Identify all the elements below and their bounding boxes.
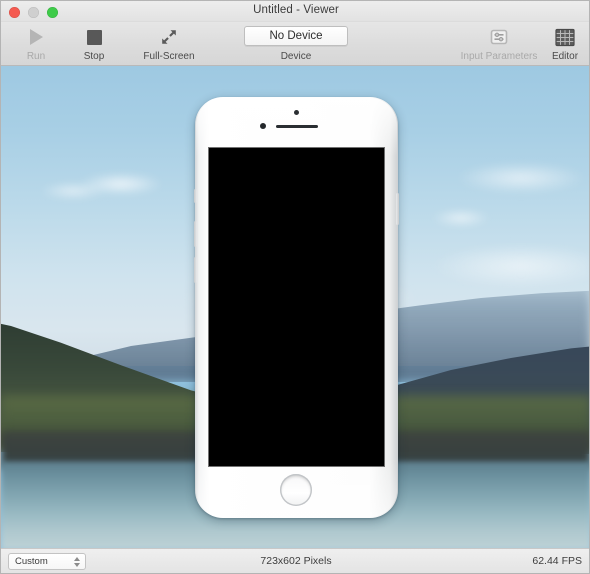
title-bar: Untitled - Viewer — [1, 1, 589, 22]
resolution-readout: 723x602 Pixels — [260, 555, 332, 567]
earpiece-speaker-icon — [276, 125, 318, 128]
status-bar: Custom 723x602 Pixels 62.44 FPS — [1, 548, 589, 573]
viewer-window: Untitled - Viewer Run Stop Full-Screen N… — [0, 0, 590, 574]
framerate-readout: 62.44 FPS — [532, 555, 582, 567]
run-button-label: Run — [26, 51, 46, 62]
proximity-sensor-icon — [260, 123, 266, 129]
window-title: Untitled - Viewer — [253, 4, 339, 16]
run-button[interactable]: Run — [7, 22, 65, 62]
grid-icon — [554, 26, 576, 48]
input-parameters-label: Input Parameters — [460, 51, 538, 62]
toolbar-right-group: Input Parameters Editor — [453, 22, 585, 62]
device-screen[interactable] — [209, 148, 384, 466]
volume-down-button-icon — [194, 257, 197, 283]
stop-button-label: Stop — [83, 51, 105, 62]
full-screen-button-label: Full-Screen — [143, 51, 195, 62]
toolbar-left-group: Run Stop Full-Screen — [7, 22, 215, 62]
home-button-icon — [280, 474, 312, 506]
viewer-canvas[interactable] — [1, 66, 589, 550]
play-triangle-icon — [29, 26, 43, 48]
iphone-device-preview[interactable] — [194, 97, 399, 518]
toolbar: Run Stop Full-Screen No Device Device In… — [1, 22, 589, 66]
sliders-panel-icon — [489, 26, 509, 48]
device-selector-button[interactable]: No Device — [244, 26, 348, 46]
device-caption: Device — [280, 51, 312, 62]
front-camera-icon — [294, 110, 299, 115]
stop-button[interactable]: Stop — [65, 22, 123, 62]
power-button-icon — [396, 193, 399, 225]
input-parameters-button[interactable]: Input Parameters — [453, 22, 545, 62]
stop-square-icon — [86, 26, 102, 48]
editor-button[interactable]: Editor — [545, 22, 585, 62]
expand-arrows-icon — [159, 26, 179, 48]
volume-up-button-icon — [194, 221, 197, 247]
full-screen-button[interactable]: Full-Screen — [123, 22, 215, 62]
editor-label: Editor — [551, 51, 579, 62]
ring-silent-switch-icon — [194, 189, 197, 203]
